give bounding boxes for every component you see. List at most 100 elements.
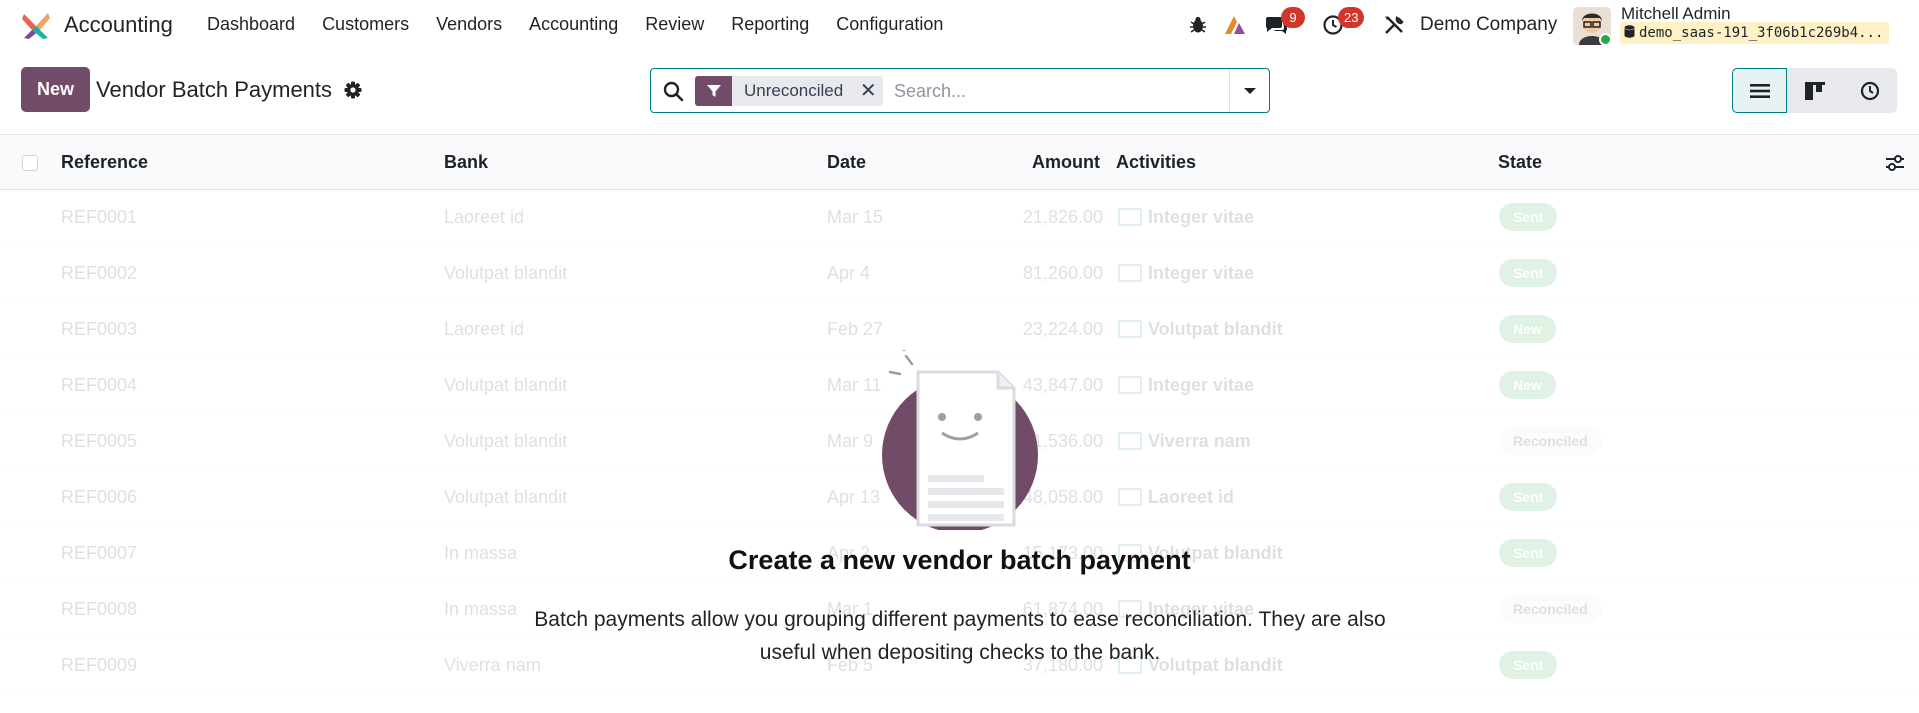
cell-amount: 81,260.00 — [1022, 263, 1103, 283]
app-name[interactable]: Accounting — [64, 12, 173, 38]
status-badge: Sent — [1499, 483, 1558, 511]
search-icon[interactable] — [663, 81, 684, 102]
empty-state-title: Create a new vendor batch payment — [728, 545, 1191, 575]
cell-date: Apr 13 — [827, 487, 881, 507]
menu-customers[interactable]: Customers — [322, 14, 409, 35]
messages-badge: 9 — [1281, 7, 1305, 28]
search-options-toggle[interactable] — [1229, 69, 1269, 112]
cell-date: Mar 9 — [827, 431, 874, 451]
status-badge: New — [1499, 371, 1556, 399]
filter-icon — [695, 76, 732, 106]
user-name[interactable]: Mitchell Admin — [1621, 4, 1731, 24]
kanban-view-icon — [1804, 81, 1825, 100]
cell-reference: REF0008 — [61, 599, 138, 619]
table-row[interactable]: REF0001 Laoreet id Mar 15 21,826.00 Integer … — [0, 190, 1919, 246]
accounting-app-icon[interactable] — [21, 10, 51, 40]
column-amount[interactable]: Amount — [1032, 152, 1100, 173]
cell-activity[interactable]: Integer vitae — [1118, 207, 1254, 228]
cell-activity[interactable]: Volutpat blandit — [1118, 319, 1283, 340]
cell-activity[interactable]: Viverra nam — [1118, 431, 1251, 452]
company-switcher[interactable]: Demo Company — [1420, 14, 1557, 36]
column-date[interactable]: Date — [827, 152, 866, 173]
empty-state-text: Batch payments allow you grouping differ… — [534, 608, 1386, 664]
activity-type-icon — [1118, 488, 1142, 506]
main-menu: Dashboard Customers Vendors Accounting R… — [207, 14, 970, 35]
activity-label: Laoreet id — [1148, 487, 1235, 507]
status-badge: Reconciled — [1499, 595, 1602, 623]
status-badge: Sent — [1499, 203, 1558, 231]
menu-dashboard[interactable]: Dashboard — [207, 14, 295, 35]
tools-icon[interactable] — [1381, 12, 1407, 38]
list-view-button[interactable] — [1732, 68, 1787, 113]
database-name-text: demo_saas-191_3f06b1c269b4... — [1639, 25, 1884, 41]
activity-view-button[interactable] — [1842, 68, 1897, 113]
activities-badge: 23 — [1338, 7, 1365, 28]
activity-label: Volutpat blandit — [1148, 319, 1283, 339]
cell-date: Feb 27 — [827, 319, 884, 339]
empty-document-illustration — [882, 350, 1038, 530]
cell-activity[interactable]: Laoreet id — [1118, 487, 1234, 508]
kanban-view-button[interactable] — [1787, 68, 1842, 113]
activity-label: Integer vitae — [1148, 375, 1255, 395]
activity-label: Integer vitae — [1148, 263, 1255, 283]
activity-type-icon — [1118, 208, 1142, 226]
view-switcher — [1732, 68, 1897, 113]
cell-bank: Volutpat blandit — [444, 487, 568, 507]
menu-configuration[interactable]: Configuration — [836, 14, 943, 35]
online-status-icon — [1599, 33, 1611, 45]
control-panel: New Vendor Batch Payments Unreconciled ✕ — [0, 51, 1919, 135]
optional-columns-icon[interactable] — [1884, 152, 1906, 174]
activity-type-icon — [1118, 320, 1142, 338]
cell-bank: Volutpat blandit — [444, 431, 568, 451]
cell-reference: REF0006 — [61, 487, 138, 507]
menu-reporting[interactable]: Reporting — [731, 14, 809, 35]
cell-activity[interactable]: Integer vitae — [1118, 375, 1254, 396]
new-button[interactable]: New — [21, 67, 90, 112]
facet-remove-icon[interactable]: ✕ — [853, 76, 883, 106]
activity-type-icon — [1118, 432, 1142, 450]
column-activities[interactable]: Activities — [1116, 152, 1196, 173]
cell-bank: Laoreet id — [444, 319, 525, 339]
cell-reference: REF0002 — [61, 263, 138, 283]
table-row[interactable]: REF0002 Volutpat blandit Apr 4 81,260.00 Int… — [0, 246, 1919, 302]
cell-amount: 21,826.00 — [1022, 207, 1103, 227]
list-header: Reference Bank Date Amount Activities St… — [0, 135, 1919, 190]
clock-icon — [1860, 81, 1879, 100]
column-state[interactable]: State — [1498, 152, 1542, 173]
bug-icon[interactable] — [1185, 12, 1211, 38]
cell-reference: REF0001 — [61, 207, 138, 227]
search-facet: Unreconciled ✕ — [695, 76, 884, 106]
activity-type-icon — [1118, 376, 1142, 394]
database-name: demo_saas-191_3f06b1c269b4... — [1620, 22, 1890, 44]
list-view-icon — [1749, 83, 1770, 98]
gear-icon[interactable] — [344, 81, 362, 99]
menu-vendors[interactable]: Vendors — [436, 14, 502, 35]
user-avatar[interactable] — [1573, 7, 1611, 45]
facet-label: Unreconciled — [744, 81, 844, 100]
cell-bank: In massa — [444, 599, 518, 619]
status-badge: Reconciled — [1499, 427, 1602, 455]
cell-activity[interactable]: Integer vitae — [1118, 263, 1254, 284]
column-reference[interactable]: Reference — [61, 152, 148, 173]
search-input[interactable] — [894, 77, 1214, 105]
cell-date: Apr 4 — [827, 263, 871, 283]
search-bar: Unreconciled ✕ — [650, 68, 1270, 113]
column-bank[interactable]: Bank — [444, 152, 488, 173]
status-badge: New — [1499, 315, 1556, 343]
ai-icon[interactable] — [1222, 12, 1248, 38]
menu-accounting[interactable]: Accounting — [529, 14, 618, 35]
top-navbar: Accounting Dashboard Customers Vendors A… — [0, 0, 1919, 51]
menu-review[interactable]: Review — [645, 14, 704, 35]
cell-reference: REF0004 — [61, 375, 138, 395]
cell-bank: Laoreet id — [444, 207, 525, 227]
activity-type-icon — [1118, 264, 1142, 282]
cell-bank: Volutpat blandit — [444, 375, 568, 395]
status-badge: Sent — [1499, 651, 1558, 679]
cell-date: Mar 15 — [827, 207, 884, 227]
caret-down-icon — [1243, 87, 1256, 94]
database-icon — [1624, 25, 1635, 38]
cell-date: Mar 11 — [827, 375, 882, 395]
activity-label: Integer vitae — [1148, 207, 1255, 227]
select-all-checkbox[interactable] — [22, 155, 38, 171]
cell-reference: REF0009 — [61, 655, 138, 675]
